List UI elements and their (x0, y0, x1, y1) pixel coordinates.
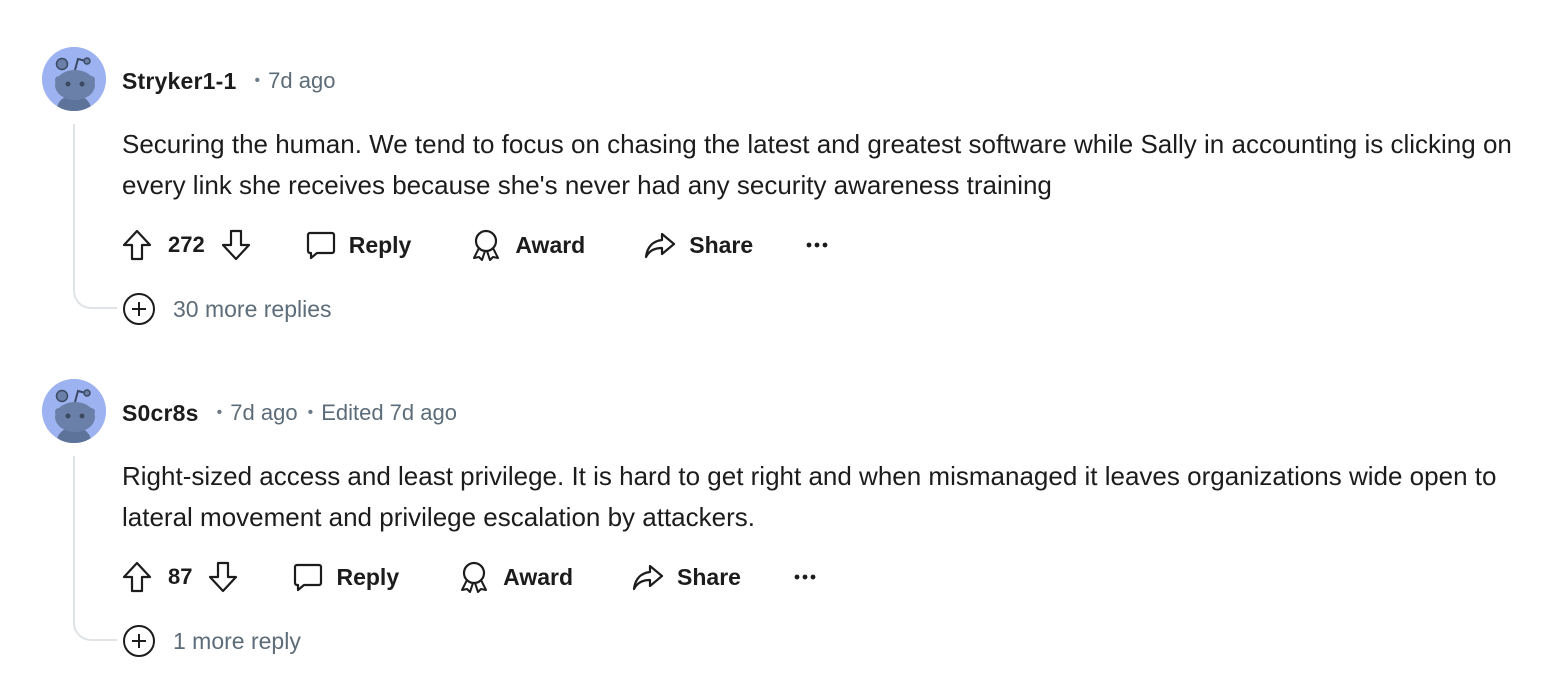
edited-label: Edited 7d ago (321, 400, 457, 425)
downvote-arrow-icon (209, 561, 238, 593)
award-label: Award (503, 563, 574, 590)
username[interactable]: Stryker1-1 (122, 68, 237, 95)
share-button[interactable]: Share (623, 555, 749, 599)
reply-label: Reply (348, 231, 412, 258)
speech-bubble-icon (306, 231, 335, 260)
award-ribbon-icon (473, 229, 500, 261)
share-label: Share (677, 563, 741, 590)
more-replies-label: 30 more replies (173, 295, 332, 322)
upvote-arrow-icon (122, 561, 152, 593)
thread-line[interactable] (73, 456, 117, 641)
reply-button[interactable]: Reply (284, 555, 407, 599)
plus-circle-icon (123, 625, 155, 657)
snoo-avatar-icon (42, 47, 106, 111)
award-label: Award (515, 231, 586, 258)
comment-body: Right-sized access and least privilege. … (122, 461, 1497, 532)
share-arrow-icon (632, 564, 664, 591)
speech-bubble-icon (294, 563, 323, 592)
downvote-button[interactable] (204, 557, 242, 597)
comment-meta: S0cr8s • 7d ago • Edited 7d ago (122, 398, 457, 428)
more-options-button[interactable] (787, 555, 823, 599)
reply-button[interactable]: Reply (297, 223, 420, 267)
ellipsis-icon (794, 574, 816, 580)
upvote-arrow-icon (122, 229, 152, 261)
username[interactable]: S0cr8s (122, 400, 199, 427)
vote-score: 272 (168, 232, 205, 257)
comment-actions: 87 Reply Award Share (118, 554, 823, 600)
comment: Stryker1-1 • 7d ago Securing the human. … (0, 0, 1568, 326)
share-button[interactable]: Share (635, 223, 761, 267)
vote-score: 87 (168, 564, 193, 589)
thread-line[interactable] (73, 124, 117, 309)
comment-body: Securing the human. We tend to focus on … (122, 129, 1512, 200)
meta-separator: • (307, 404, 314, 421)
more-replies-button[interactable]: 1 more reply (122, 624, 301, 658)
more-options-button[interactable] (799, 223, 835, 267)
award-ribbon-icon (461, 561, 488, 593)
comment-actions: 272 Reply Award Share (118, 222, 835, 268)
plus-circle-icon (123, 293, 155, 325)
award-button[interactable]: Award (449, 555, 581, 599)
comment-meta: Stryker1-1 • 7d ago (122, 66, 335, 96)
reply-label: Reply (336, 563, 400, 590)
user-avatar[interactable] (42, 47, 106, 111)
snoo-avatar-icon (42, 379, 106, 443)
downvote-arrow-icon (221, 229, 250, 261)
upvote-button[interactable] (118, 225, 156, 265)
meta-separator: • (216, 404, 223, 421)
downvote-button[interactable] (217, 225, 255, 265)
vote-group: 87 (118, 557, 242, 597)
user-avatar[interactable] (42, 379, 106, 443)
timestamp[interactable]: 7d ago (230, 400, 297, 426)
comment: S0cr8s • 7d ago • Edited 7d ago Right-si… (0, 332, 1568, 658)
vote-group: 272 (118, 225, 255, 265)
award-button[interactable]: Award (461, 223, 593, 267)
share-label: Share (689, 231, 754, 258)
upvote-button[interactable] (118, 557, 156, 597)
timestamp[interactable]: 7d ago (268, 68, 335, 94)
ellipsis-icon (806, 242, 828, 248)
share-arrow-icon (645, 232, 676, 259)
more-replies-label: 1 more reply (173, 627, 301, 654)
more-replies-button[interactable]: 30 more replies (122, 292, 332, 326)
meta-separator: • (254, 72, 261, 89)
